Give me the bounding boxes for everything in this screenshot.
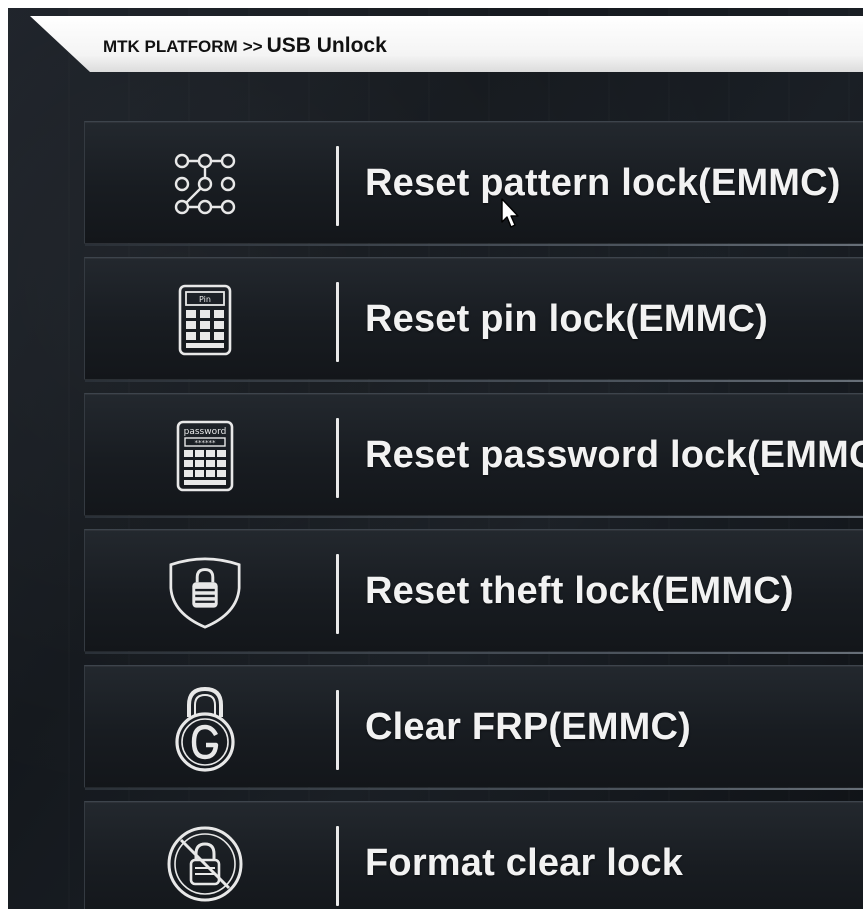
item-label: Format clear lock — [365, 842, 684, 884]
reset-pattern-lock-button[interactable]: Reset pattern lock(EMMC) — [84, 121, 863, 246]
pin-screen-text: Pin — [199, 295, 211, 304]
item-divider — [336, 418, 339, 498]
shield-lock-icon — [165, 552, 245, 632]
item-divider — [336, 282, 339, 362]
item-corner-accent — [840, 762, 863, 790]
breadcrumb: MTK PLATFORM >> USB Unlock — [103, 34, 387, 64]
item-label: Reset pattern lock(EMMC) — [365, 162, 841, 204]
item-label: Reset pin lock(EMMC) — [365, 298, 769, 340]
pin-keypad-icon: Pin — [165, 280, 245, 360]
google-lock-icon — [165, 686, 245, 772]
item-corner-accent — [840, 218, 863, 246]
item-label: Clear FRP(EMMC) — [365, 706, 692, 748]
item-divider — [336, 554, 339, 634]
no-lock-icon — [165, 824, 245, 904]
clear-frp-button[interactable]: Clear FRP(EMMC) — [84, 665, 863, 790]
password-keypad-icon: password ****** — [165, 416, 245, 496]
password-screen-text: password — [184, 427, 227, 437]
pattern-lock-icon — [165, 144, 245, 224]
breadcrumb-separator: >> — [242, 37, 263, 56]
item-divider — [336, 690, 339, 770]
format-clear-lock-button[interactable]: Format clear lock — [84, 801, 863, 909]
breadcrumb-parent[interactable]: MTK PLATFORM — [103, 37, 238, 57]
item-divider — [336, 146, 339, 226]
app-window: MTK PLATFORM >> USB Unlock Reset pattern… — [8, 8, 863, 909]
item-corner-accent — [840, 354, 863, 382]
reset-theft-lock-button[interactable]: Reset theft lock(EMMC) — [84, 529, 863, 654]
reset-password-lock-button[interactable]: password ****** Reset password lock(EMMC… — [84, 393, 863, 518]
unlock-menu: Reset pattern lock(EMMC) Pin Reset pin l… — [84, 121, 863, 909]
reset-pin-lock-button[interactable]: Pin Reset pin lock(EMMC) — [84, 257, 863, 382]
breadcrumb-current: USB Unlock — [266, 34, 387, 57]
item-label: Reset password lock(EMMC) — [365, 434, 863, 476]
item-label: Reset theft lock(EMMC) — [365, 570, 794, 612]
item-corner-accent — [840, 490, 863, 518]
item-corner-accent — [840, 898, 863, 909]
password-field-text: ****** — [195, 439, 217, 447]
item-divider — [336, 826, 339, 906]
item-corner-accent — [840, 626, 863, 654]
